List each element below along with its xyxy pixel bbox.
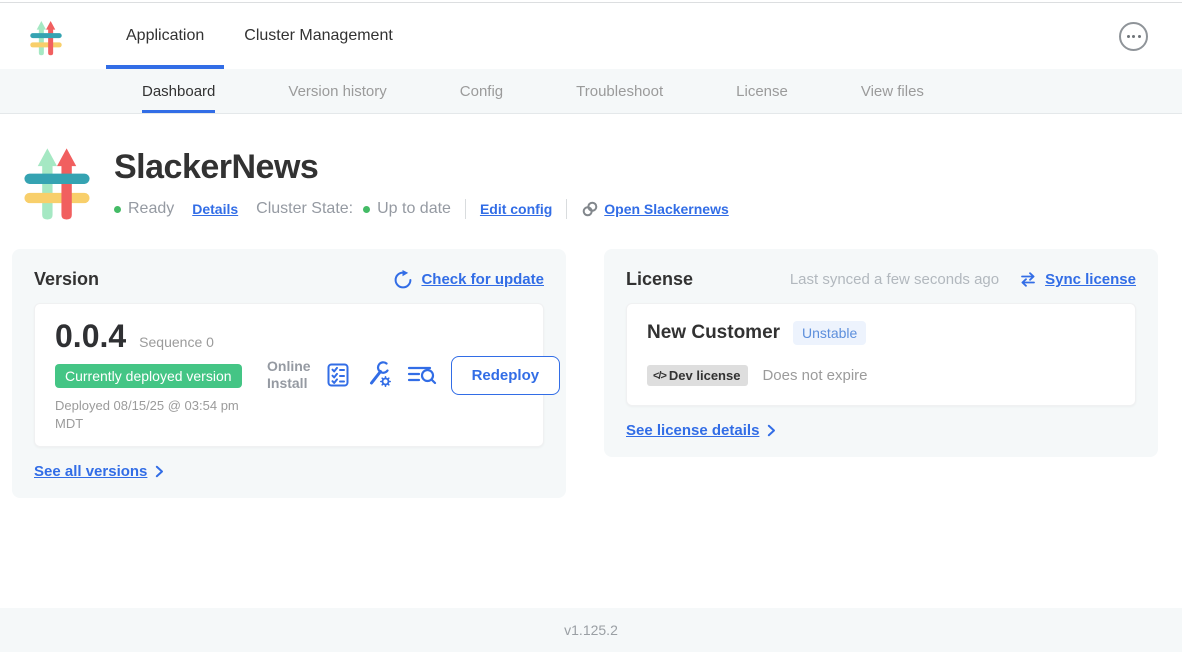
tab-view-files[interactable]: View files xyxy=(861,69,924,113)
open-app-link[interactable]: Open Slackernews xyxy=(604,201,729,217)
app-header: SlackerNews Ready Details Cluster State:… xyxy=(20,138,1182,221)
ellipsis-menu-icon xyxy=(1127,35,1130,38)
license-expiration: Does not expire xyxy=(762,367,867,384)
chevron-right-icon xyxy=(767,424,776,437)
page-title: SlackerNews xyxy=(114,148,729,187)
sequence-label: Sequence 0 xyxy=(139,334,214,350)
cluster-state-dot xyxy=(363,206,370,213)
tab-config[interactable]: Config xyxy=(460,69,503,113)
chain-link-icon xyxy=(581,200,599,218)
see-all-versions-link[interactable]: See all versions xyxy=(34,463,147,480)
divider xyxy=(465,199,466,219)
tab-license[interactable]: License xyxy=(736,69,788,113)
top-nav: Application Cluster Management xyxy=(0,3,1182,69)
hash-arrows-logo xyxy=(28,16,64,56)
tab-troubleshoot[interactable]: Troubleshoot xyxy=(576,69,663,113)
refresh-icon xyxy=(393,270,413,290)
preflight-checks-button[interactable] xyxy=(324,361,352,389)
dashboard-main: SlackerNews Ready Details Cluster State:… xyxy=(0,114,1182,608)
divider xyxy=(566,199,567,219)
edit-config-link[interactable]: Edit config xyxy=(480,201,552,217)
version-card-title: Version xyxy=(34,269,99,290)
overflow-menu-button[interactable] xyxy=(1119,22,1148,51)
tab-version-history[interactable]: Version history xyxy=(288,69,386,113)
cluster-state-label: Cluster State: xyxy=(256,200,353,218)
top-tab-cluster-management[interactable]: Cluster Management xyxy=(224,3,413,69)
current-version-panel: 0.0.4 Sequence 0 Currently deployed vers… xyxy=(34,303,544,447)
check-for-update-link[interactable]: Check for update xyxy=(421,271,544,288)
view-logs-button[interactable] xyxy=(406,361,438,389)
version-card: Version Check for update 0.0.4 Sequence … xyxy=(12,249,566,498)
view-logs-icon xyxy=(406,361,438,389)
app-status-dot xyxy=(114,206,121,213)
deployed-timestamp: Deployed 08/15/25 @ 03:54 pm MDT xyxy=(55,397,267,432)
license-card: License Last synced a few seconds ago Sy… xyxy=(604,249,1158,457)
license-type-badge: </> Dev license xyxy=(647,365,748,386)
see-license-details[interactable]: See license details xyxy=(626,422,1136,439)
sync-arrows-icon xyxy=(1019,272,1037,287)
tab-dashboard[interactable]: Dashboard xyxy=(142,69,215,113)
see-all-versions[interactable]: See all versions xyxy=(34,463,544,480)
customer-name: New Customer xyxy=(647,322,780,344)
check-for-update[interactable]: Check for update xyxy=(393,270,544,290)
sync-license-link[interactable]: Sync license xyxy=(1045,271,1136,288)
app-sub-nav: Dashboard Version history Config Trouble… xyxy=(0,69,1182,114)
preflight-checks-icon xyxy=(324,361,352,389)
install-type-label: Online Install xyxy=(267,358,311,393)
deployed-version-badge: Currently deployed version xyxy=(55,364,242,388)
last-synced-text: Last synced a few seconds ago xyxy=(790,271,999,288)
redeploy-button[interactable]: Redeploy xyxy=(451,356,561,395)
license-summary-panel: New Customer Unstable </> Dev license Do… xyxy=(626,303,1136,406)
app-status-text: Ready xyxy=(128,200,174,218)
channel-badge: Unstable xyxy=(793,321,866,345)
cluster-state-value: Up to date xyxy=(377,200,451,218)
license-card-title: License xyxy=(626,269,693,290)
app-status-row: Ready Details Cluster State: Up to date … xyxy=(114,199,729,219)
edit-config-button[interactable] xyxy=(365,361,393,389)
hash-arrows-logo xyxy=(20,138,94,221)
app-logo-large xyxy=(20,138,94,221)
top-tab-application[interactable]: Application xyxy=(106,3,224,69)
console-version: v1.125.2 xyxy=(564,622,618,638)
wrench-gear-icon xyxy=(365,361,393,389)
app-logo-icon xyxy=(28,16,64,56)
see-license-details-link[interactable]: See license details xyxy=(626,422,759,439)
console-footer: v1.125.2 xyxy=(0,608,1182,652)
status-details-link[interactable]: Details xyxy=(192,201,238,217)
code-icon: </> xyxy=(653,370,666,382)
version-number: 0.0.4 xyxy=(55,318,126,355)
chevron-right-icon xyxy=(155,465,164,478)
